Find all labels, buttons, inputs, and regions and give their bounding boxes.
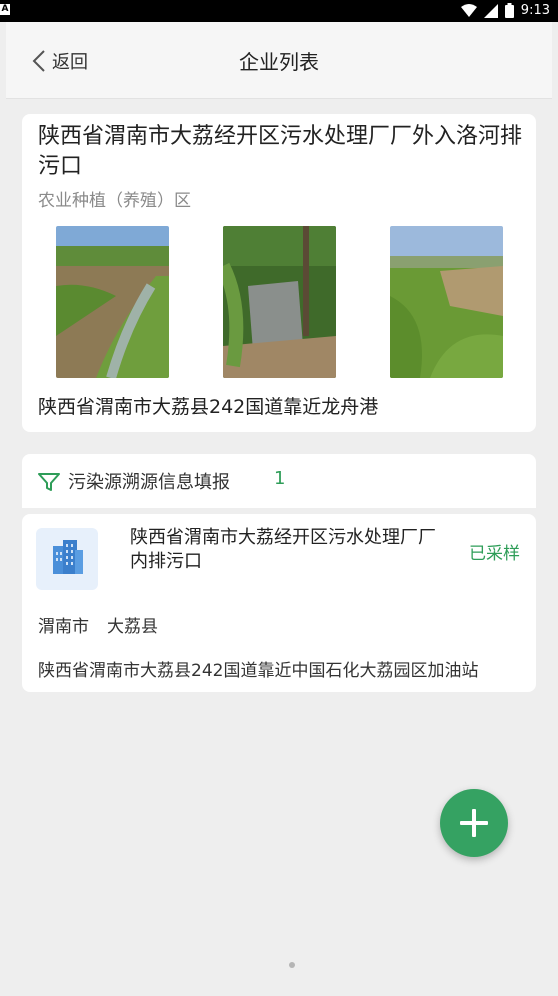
trace-section-label: 污染源溯源信息填报 <box>68 472 230 493</box>
page-indicator <box>289 962 295 968</box>
trace-list-item[interactable]: 陕西省渭南市大荔经开区污水处理厂厂内排污口 已采样 渭南市 大荔县 陕西省渭南市大… <box>22 514 536 692</box>
add-button[interactable] <box>440 789 508 857</box>
site-photo-1[interactable] <box>56 226 169 378</box>
building-icon <box>36 528 98 590</box>
battery-icon <box>504 3 514 18</box>
trace-item-county: 大荔县 <box>107 617 158 637</box>
site-photo-2[interactable] <box>223 226 336 378</box>
app-screen: 返回 企业列表 陕西省渭南市大荔经开区污水处理厂厂外入洛河排污口 农业种植（养殖… <box>0 22 558 996</box>
status-badge: 已采样 <box>469 544 520 564</box>
status-bar: A 9:13 <box>0 0 558 22</box>
page-title: 企业列表 <box>239 50 319 74</box>
trace-item-region: 渭南市 大荔县 <box>38 612 176 637</box>
trace-section-header[interactable]: 污染源溯源信息填报 1 <box>22 454 536 508</box>
trace-item-address: 陕西省渭南市大荔县242国道靠近中国石化大荔园区加油站 <box>38 661 479 681</box>
trace-item-title: 陕西省渭南市大荔经开区污水处理厂厂内排污口 <box>130 527 436 572</box>
trace-item-city: 渭南市 <box>38 617 89 637</box>
outfall-title: 陕西省渭南市大荔经开区污水处理厂厂外入洛河排污口 <box>38 124 523 179</box>
trace-section-count: 1 <box>274 468 286 489</box>
clock: 9:13 <box>520 3 550 18</box>
outfall-category: 农业种植（养殖）区 <box>38 191 191 211</box>
filter-icon <box>38 473 60 491</box>
wifi-icon <box>460 3 477 17</box>
outfall-address: 陕西省渭南市大荔县242国道靠近龙舟港 <box>38 396 379 418</box>
notification-badge: A <box>0 4 10 15</box>
outfall-card[interactable]: 陕西省渭南市大荔经开区污水处理厂厂外入洛河排污口 农业种植（养殖）区 陕西省渭南… <box>22 114 536 432</box>
nav-bar: 返回 企业列表 <box>6 22 552 99</box>
site-photo-3[interactable] <box>390 226 503 378</box>
signal-icon <box>483 3 498 18</box>
